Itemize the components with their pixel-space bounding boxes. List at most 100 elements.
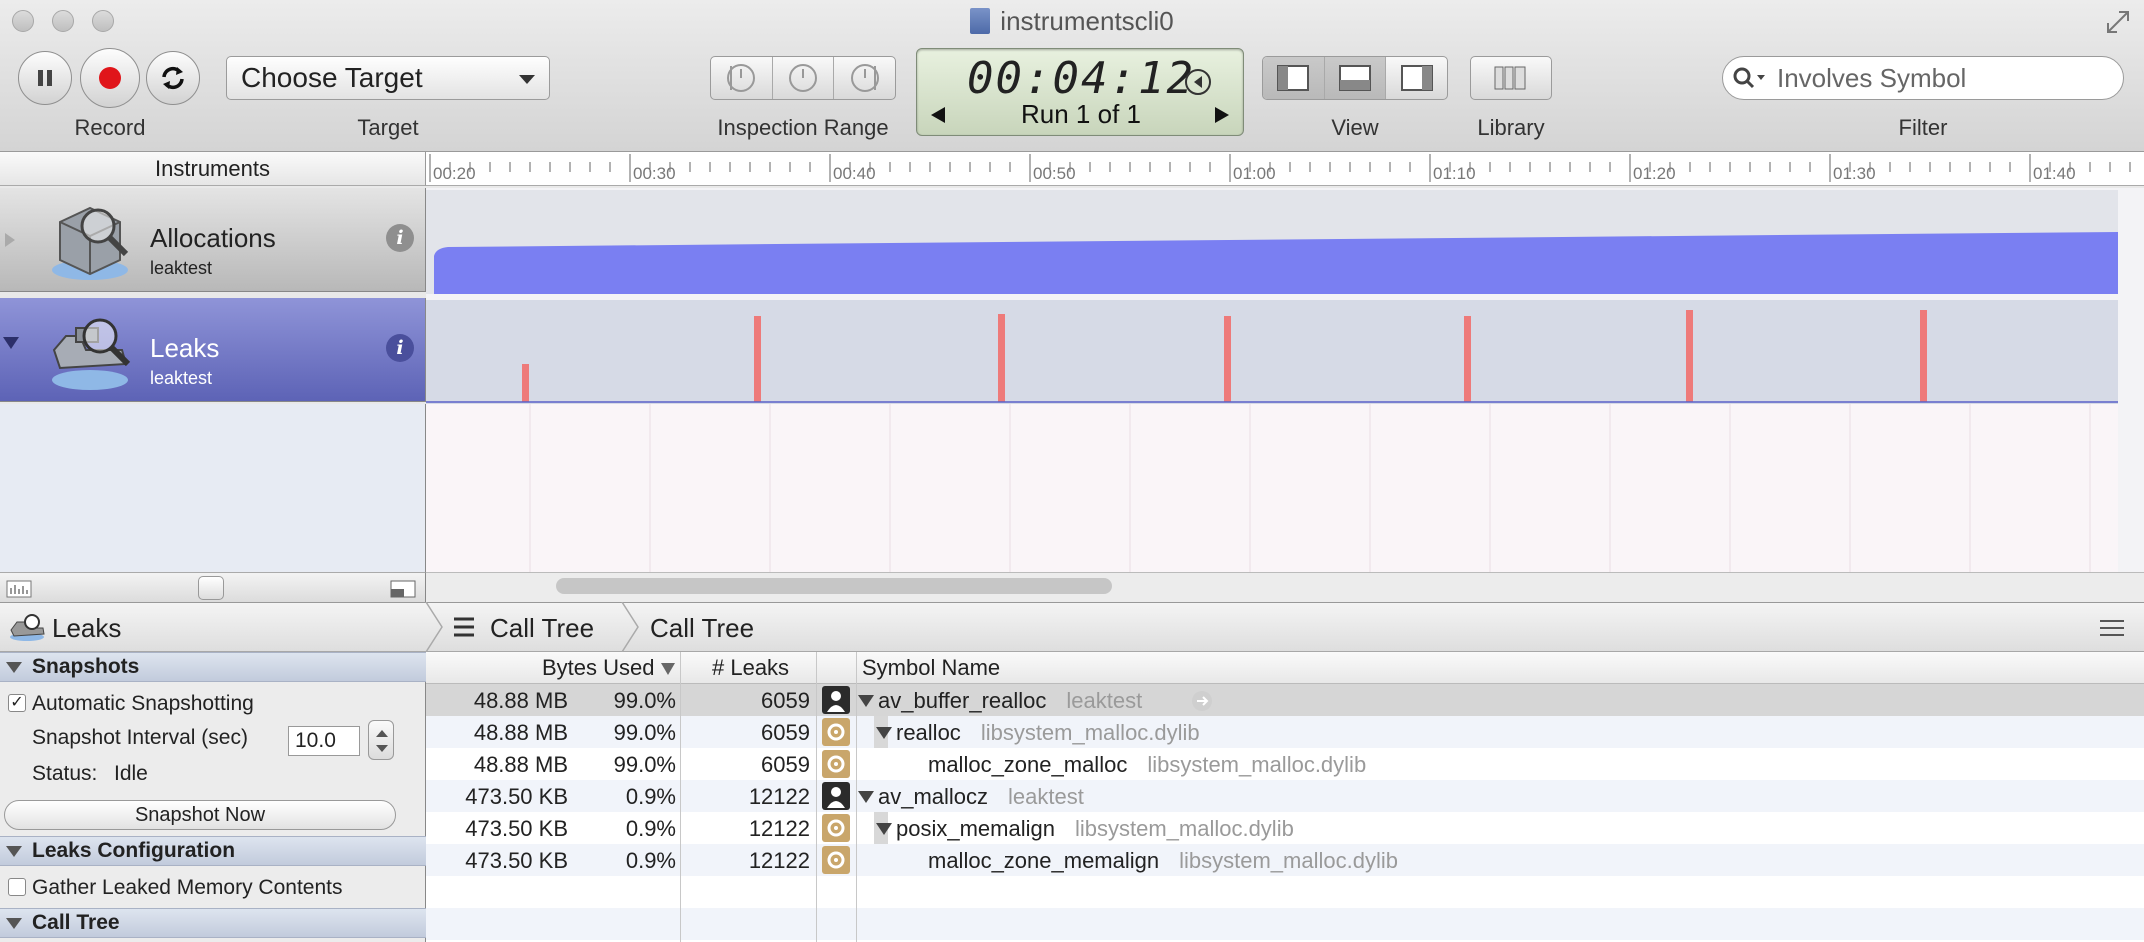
column-divider[interactable] bbox=[680, 652, 681, 942]
run-counter: Run 1 of 1 bbox=[1021, 99, 1141, 129]
target-select[interactable]: Choose Target bbox=[226, 56, 550, 100]
time-ruler[interactable]: 00:20 00:30 00:40 00:50 01:00 01:10 01:20 01:30… bbox=[426, 152, 2144, 186]
detail-navigation-bar bbox=[0, 602, 2144, 652]
disclosure-expanded-icon[interactable] bbox=[858, 695, 874, 707]
breadcrumb-call-tree-2[interactable]: Call Tree bbox=[650, 613, 754, 644]
search-icon[interactable] bbox=[1732, 66, 1768, 90]
column-divider[interactable] bbox=[816, 652, 817, 942]
bytes-used-cell: 48.88 MB bbox=[473, 688, 568, 713]
breadcrumb-call-tree-1[interactable]: Call Tree bbox=[490, 613, 594, 644]
fullscreen-icon[interactable] bbox=[2104, 8, 2132, 36]
disclosure-collapsed-icon[interactable] bbox=[4, 232, 16, 248]
timeline-scroll-thumb[interactable] bbox=[556, 578, 1112, 594]
empty-graph-region bbox=[426, 404, 2118, 572]
set-range-start-button[interactable] bbox=[711, 57, 773, 99]
automatic-snapshotting-label: Automatic Snapshotting bbox=[32, 692, 254, 715]
chart-config-icon[interactable] bbox=[6, 580, 32, 598]
leak-spike[interactable] bbox=[1464, 316, 1471, 402]
table-row[interactable]: 48.88 MB 99.0% 6059 malloc_zone_malloc libsy… bbox=[426, 748, 2144, 780]
table-row[interactable]: 473.50 KB 0.9% 12122 posix_memalign libsyste… bbox=[426, 812, 2144, 844]
snapshot-interval-stepper[interactable] bbox=[368, 720, 394, 760]
table-row[interactable]: 473.50 KB 0.9% 12122 malloc_zone_memalign li… bbox=[426, 844, 2144, 876]
person-icon bbox=[822, 782, 850, 810]
library-control bbox=[1471, 57, 1551, 99]
leaks-configuration-title: Leaks Configuration bbox=[32, 839, 236, 862]
detail-sidebar: Snapshots ✓ Automatic Snapshotting Snaps… bbox=[0, 652, 426, 942]
leak-spike[interactable] bbox=[522, 364, 529, 402]
clear-range-button[interactable] bbox=[773, 57, 835, 99]
set-range-end-button[interactable] bbox=[834, 57, 895, 99]
ruler-tick-label: 00:50 bbox=[1033, 164, 1076, 183]
ruler-tick-label: 00:20 bbox=[433, 164, 476, 183]
filter-search-field[interactable]: Involves Symbol bbox=[1722, 56, 2124, 100]
track-leaks[interactable]: Leaks leaktest i bbox=[0, 298, 426, 402]
previous-run-icon[interactable] bbox=[929, 105, 947, 125]
inspection-range-control bbox=[710, 56, 896, 100]
table-row[interactable]: 48.88 MB 99.0% 6059 av_buffer_realloc leakte… bbox=[426, 684, 2144, 716]
go-to-source-icon[interactable] bbox=[1192, 691, 1212, 711]
view-left-pane-button[interactable] bbox=[1263, 57, 1325, 99]
leak-spike[interactable] bbox=[754, 316, 761, 402]
symbol-cell: av_mallocz leaktest bbox=[878, 784, 1084, 810]
library-name: leaktest bbox=[1008, 784, 1084, 809]
snapshot-interval-field[interactable]: 10.0 bbox=[288, 726, 360, 756]
left-pane-icon bbox=[1277, 65, 1310, 91]
loop-button[interactable] bbox=[146, 51, 200, 105]
leaks-count-column-header[interactable]: # Leaks bbox=[712, 655, 789, 681]
bytes-used-cell: 473.50 KB bbox=[465, 816, 568, 841]
info-icon[interactable]: i bbox=[386, 224, 414, 252]
leak-spike[interactable] bbox=[1920, 310, 1927, 402]
next-run-icon[interactable] bbox=[1213, 105, 1231, 125]
clock-end-icon bbox=[850, 64, 879, 92]
disclosure-expanded-icon[interactable] bbox=[876, 823, 892, 835]
leak-spike[interactable] bbox=[1686, 310, 1693, 402]
ruler-tick-label: 01:20 bbox=[1633, 164, 1676, 183]
bytes-used-column-header[interactable]: Bytes Used bbox=[542, 655, 655, 681]
table-row[interactable]: 473.50 KB 0.9% 12122 av_mallocz leaktest bbox=[426, 780, 2144, 812]
track-allocations-title: Allocations bbox=[150, 223, 276, 253]
pause-icon bbox=[38, 70, 52, 86]
toolbar: instrumentscli0 Record Choose Target Tar… bbox=[0, 0, 2144, 152]
info-icon[interactable]: i bbox=[386, 334, 414, 362]
ruler-ticks bbox=[429, 154, 2131, 182]
view-bottom-pane-button[interactable] bbox=[1324, 57, 1387, 99]
view-right-pane-button[interactable] bbox=[1386, 57, 1447, 99]
track-allocations[interactable]: Allocations leaktest i bbox=[0, 188, 426, 292]
library-button[interactable] bbox=[1470, 56, 1552, 100]
disclosure-expanded-icon[interactable] bbox=[876, 727, 892, 739]
sort-descending-icon[interactable] bbox=[660, 662, 676, 676]
leaks-configuration-section-header[interactable]: Leaks Configuration bbox=[0, 836, 426, 866]
table-row[interactable]: 48.88 MB 99.0% 6059 realloc libsystem_malloc… bbox=[426, 716, 2144, 748]
disclosure-expanded-icon[interactable] bbox=[2, 336, 20, 350]
ruler-tick-label: 00:40 bbox=[833, 164, 876, 183]
timeline-graph-area[interactable] bbox=[426, 188, 2144, 572]
gather-leaked-memory-checkbox[interactable] bbox=[8, 878, 26, 896]
automatic-snapshotting-checkbox[interactable]: ✓ bbox=[8, 694, 26, 712]
library-label: Library bbox=[1477, 115, 1545, 140]
menu-icon[interactable] bbox=[2098, 618, 2126, 638]
split-view-icon[interactable] bbox=[390, 580, 416, 598]
empty-row bbox=[426, 876, 2144, 908]
leak-spike[interactable] bbox=[998, 314, 1005, 402]
breadcrumb-separator bbox=[425, 602, 443, 652]
time-mode-icon[interactable] bbox=[1183, 67, 1213, 97]
pause-button[interactable] bbox=[18, 51, 72, 105]
symbol-cell: realloc libsystem_malloc.dylib bbox=[896, 720, 1200, 746]
snapshot-now-button[interactable]: Snapshot Now bbox=[4, 800, 396, 830]
library-icon bbox=[1494, 66, 1526, 90]
symbol-name: realloc bbox=[896, 720, 961, 745]
track-height-slider-handle[interactable] bbox=[198, 576, 224, 600]
library-name: libsystem_malloc.dylib bbox=[980, 720, 1200, 745]
timer-display: 00:04:12 Run 1 of 1 bbox=[916, 48, 1244, 136]
column-divider[interactable] bbox=[856, 652, 857, 942]
instrument-list-footer bbox=[0, 572, 426, 602]
disclosure-expanded-icon[interactable] bbox=[858, 791, 874, 803]
leak-spike[interactable] bbox=[1224, 316, 1231, 402]
call-tree-section-header[interactable]: Call Tree bbox=[0, 908, 426, 938]
record-button[interactable] bbox=[80, 48, 140, 108]
snapshots-section-header[interactable]: Snapshots bbox=[0, 652, 426, 682]
leaks-count-cell: 6059 bbox=[761, 688, 810, 713]
gather-leaked-memory-label: Gather Leaked Memory Contents bbox=[32, 876, 343, 899]
symbol-name-column-header[interactable]: Symbol Name bbox=[862, 655, 1000, 681]
symbol-cell: av_buffer_realloc leaktest bbox=[878, 688, 1142, 714]
